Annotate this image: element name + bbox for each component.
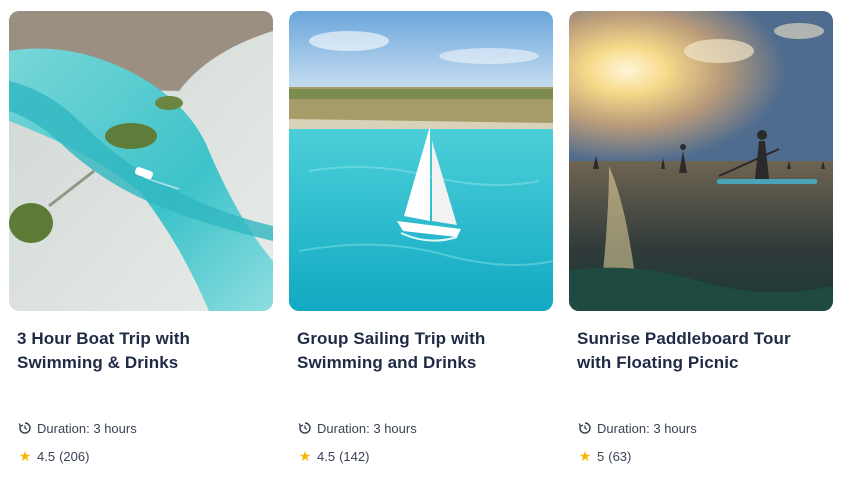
star-icon: ★ — [298, 448, 312, 464]
clock-refresh-icon — [577, 420, 593, 436]
star-icon: ★ — [18, 448, 32, 464]
rating-row: ★ 5 (63) — [577, 447, 825, 465]
star-icon: ★ — [578, 448, 592, 464]
duration-row: Duration: 3 hours — [577, 419, 825, 437]
tour-card[interactable]: Group Sailing Trip with Swimming and Dri… — [289, 11, 553, 465]
review-count: (206) — [59, 448, 90, 464]
rating-row: ★ 4.5 (206) — [17, 447, 265, 465]
tour-card[interactable]: 3 Hour Boat Trip with Swimming & Drinks … — [9, 11, 273, 465]
tour-photo-paddleboard-sunrise[interactable] — [569, 11, 833, 311]
duration-row: Duration: 3 hours — [297, 419, 545, 437]
tour-card[interactable]: Sunrise Paddleboard Tour with Floating P… — [569, 11, 833, 465]
duration-text: Duration: 3 hours — [317, 420, 417, 436]
rating-value: 4.5 — [317, 448, 336, 464]
clock-refresh-icon — [297, 420, 313, 436]
review-count: (142) — [339, 448, 370, 464]
rating-value: 4.5 — [37, 448, 56, 464]
rating-value: 5 — [597, 448, 605, 464]
rating-row: ★ 4.5 (142) — [297, 447, 545, 465]
review-count: (63) — [608, 448, 632, 464]
tour-title[interactable]: Sunrise Paddleboard Tour with Floating P… — [577, 327, 825, 377]
tour-photo-aerial-lagoon[interactable] — [9, 11, 273, 311]
tour-card-grid: 3 Hour Boat Trip with Swimming & Drinks … — [0, 0, 843, 482]
tour-title[interactable]: 3 Hour Boat Trip with Swimming & Drinks — [17, 327, 265, 377]
duration-text: Duration: 3 hours — [597, 420, 697, 436]
duration-text: Duration: 3 hours — [37, 420, 137, 436]
tour-title[interactable]: Group Sailing Trip with Swimming and Dri… — [297, 327, 545, 377]
clock-refresh-icon — [17, 420, 33, 436]
duration-row: Duration: 3 hours — [17, 419, 265, 437]
tour-photo-sailboat[interactable] — [289, 11, 553, 311]
